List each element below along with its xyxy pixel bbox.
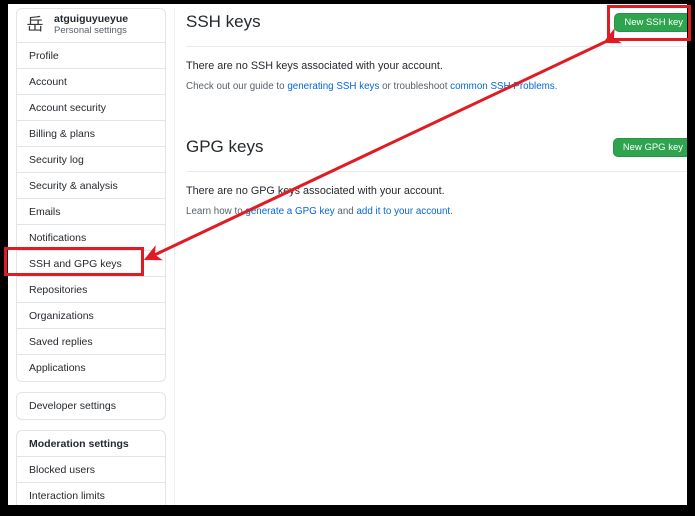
sidebar-item-billing-plans[interactable]: Billing & plans [17, 121, 165, 147]
sidebar-item-profile[interactable]: Profile [17, 43, 165, 69]
sidebar-item-blocked-users[interactable]: Blocked users [17, 457, 165, 483]
sidebar-item-moderation-settings[interactable]: Moderation settings [17, 431, 165, 457]
ssh-keys-section: SSH keys New SSH key There are no SSH ke… [186, 8, 687, 92]
common-ssh-problems-link[interactable]: common SSH Problems [450, 81, 555, 92]
settings-sidebar: 岳 atguiguyueyue Personal settings Profil… [16, 8, 166, 505]
sidebar-group-moderation: Moderation settings Blocked users Interact… [17, 431, 165, 505]
sidebar-item-repositories[interactable]: Repositories [17, 277, 165, 303]
sidebar-moderation-card: Moderation settings Blocked users Interact… [16, 430, 166, 505]
ssh-hint-prefix: Check out our guide to [186, 81, 288, 92]
add-gpg-key-to-account-link[interactable]: add it to your account [356, 206, 450, 217]
sidebar-group-developer: Developer settings [17, 393, 165, 419]
ssh-section-divider [186, 46, 687, 47]
gpg-section-divider [186, 171, 687, 172]
sidebar-personal-card: 岳 atguiguyueyue Personal settings Profil… [16, 8, 166, 382]
sidebar-group-personal: Profile Account Account security Billing & … [17, 43, 165, 381]
gpg-keys-section: GPG keys New GPG key There are no GPG ke… [186, 133, 687, 217]
sidebar-item-applications[interactable]: Applications [17, 355, 165, 381]
gpg-empty-message: There are no GPG keys associated with yo… [186, 185, 445, 197]
sidebar-item-notifications[interactable]: Notifications [17, 225, 165, 251]
sidebar-item-security-log[interactable]: Security log [17, 147, 165, 173]
generate-gpg-key-link[interactable]: generate a GPG key [245, 206, 334, 217]
ssh-hint-middle: or troubleshoot [379, 81, 451, 92]
settings-main-content: SSH keys New SSH key There are no SSH ke… [186, 8, 687, 217]
sidebar-item-security-analysis[interactable]: Security & analysis [17, 173, 165, 199]
sidebar-item-saved-replies[interactable]: Saved replies [17, 329, 165, 355]
sidebar-item-emails[interactable]: Emails [17, 199, 165, 225]
sidebar-profile-header[interactable]: 岳 atguiguyueyue Personal settings [17, 9, 165, 43]
sidebar-item-account-security[interactable]: Account security [17, 95, 165, 121]
new-ssh-key-button[interactable]: New SSH key [614, 13, 687, 32]
sidebar-developer-card: Developer settings [16, 392, 166, 420]
new-gpg-key-button[interactable]: New GPG key [612, 138, 687, 157]
ssh-empty-message: There are no SSH keys associated with yo… [186, 60, 443, 72]
profile-subtitle: Personal settings [54, 25, 127, 37]
sidebar-item-account[interactable]: Account [17, 69, 165, 95]
avatar: 岳 [26, 15, 44, 35]
ssh-keys-title: SSH keys [186, 12, 261, 31]
gpg-hint-prefix: Learn how to [186, 206, 246, 217]
ssh-hint-suffix: . [554, 81, 558, 92]
generating-ssh-keys-link[interactable]: generating SSH keys [287, 81, 379, 92]
gpg-hint-suffix: . [450, 206, 453, 217]
gpg-hint-text: Learn how to generate a GPG key and add … [186, 206, 687, 217]
sidebar-item-organizations[interactable]: Organizations [17, 303, 165, 329]
sidebar-item-interaction-limits[interactable]: Interaction limits [17, 483, 165, 505]
sidebar-item-developer-settings[interactable]: Developer settings [17, 393, 165, 419]
sidebar-item-ssh-and-gpg-keys[interactable]: SSH and GPG keys [17, 251, 165, 277]
sidebar-content-divider [174, 8, 175, 505]
browser-page-frame: 岳 atguiguyueyue Personal settings Profil… [8, 4, 687, 505]
gpg-hint-middle: and [334, 206, 357, 217]
gpg-keys-title: GPG keys [186, 137, 264, 156]
ssh-hint-text: Check out our guide to generating SSH ke… [186, 81, 687, 92]
